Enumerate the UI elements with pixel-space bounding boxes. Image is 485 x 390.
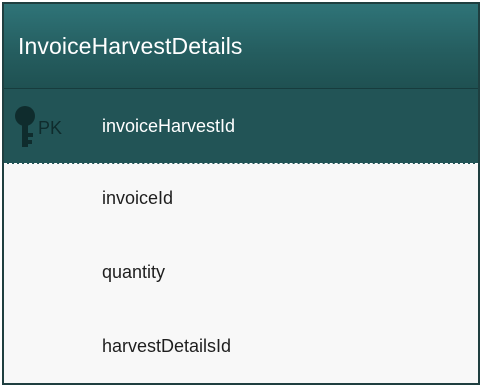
field-row[interactable]: harvestDetailsId — [4, 312, 478, 383]
field-row[interactable]: invoiceId — [4, 164, 478, 238]
pk-badge: PK — [38, 118, 63, 138]
field-row[interactable]: quantity — [4, 238, 478, 312]
key-icon — [15, 106, 35, 147]
entity-header: InvoiceHarvestDetails — [4, 4, 478, 89]
entity-table[interactable]: InvoiceHarvestDetails PK invoiceHarvestI… — [2, 2, 480, 385]
pk-field-name: invoiceHarvestId — [102, 116, 236, 136]
field-name: invoiceId — [102, 188, 174, 208]
primary-key-row[interactable]: PK invoiceHarvestId — [4, 89, 478, 164]
field-name: quantity — [102, 262, 166, 282]
field-name: harvestDetailsId — [102, 336, 232, 356]
entity-title: InvoiceHarvestDetails — [18, 32, 243, 59]
